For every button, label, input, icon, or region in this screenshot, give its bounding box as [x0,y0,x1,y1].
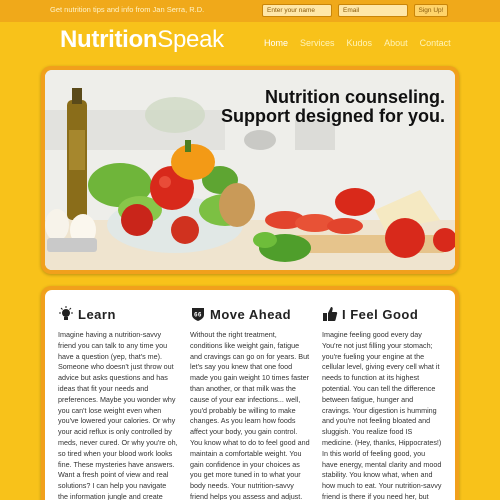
column-title: I Feel Good [342,306,419,322]
column-heading: 66 Move Ahead [190,304,310,324]
column-learn: Learn Imagine having a nutrition-savvy f… [58,304,178,500]
main-nav: Home Services Kudos About Contact [264,38,463,48]
column-title: Move Ahead [210,306,292,322]
logo-light: Speak [157,26,224,53]
column-heading: I Feel Good [322,304,442,324]
column-body: Without the right treatment, conditions … [190,330,310,500]
name-input[interactable] [262,4,332,17]
column-body: Imagine feeling good every day You're no… [322,330,442,500]
nav-services[interactable]: Services [300,38,335,48]
route-66-icon: 66 [190,306,206,322]
column-move-ahead: 66 Move Ahead Without the right treatmen… [190,304,310,500]
column-body: Imagine having a nutrition-savvy friend … [58,330,178,500]
hero-line-2: Support designed for you. [221,106,445,126]
column-heading: Learn [58,304,178,324]
signup-button[interactable]: Sign Up! [414,4,448,17]
thumbs-up-icon [322,306,338,322]
logo-bold: Nutrition [60,26,158,53]
nav-home[interactable]: Home [264,38,288,48]
tagline: Get nutrition tips and info from Jan Ser… [50,5,205,14]
column-feel-good: I Feel Good Imagine feeling good every d… [322,304,442,500]
nav-contact[interactable]: Contact [420,38,451,48]
column-title: Learn [78,306,116,322]
nav-kudos[interactable]: Kudos [347,38,373,48]
nav-about[interactable]: About [384,38,408,48]
content-panel: Learn Imagine having a nutrition-savvy f… [45,290,455,500]
email-input[interactable] [338,4,408,17]
lightbulb-icon [58,306,74,322]
svg-text:66: 66 [194,313,202,319]
hero-line-1: Nutrition counseling. [265,87,445,107]
hero-banner: Nutrition counseling. Support designed f… [45,70,455,270]
logo[interactable]: NutritionSpeak [60,26,224,54]
top-bar: Get nutrition tips and info from Jan Ser… [0,0,500,22]
hero-headline: Nutrition counseling. Support designed f… [221,88,445,126]
